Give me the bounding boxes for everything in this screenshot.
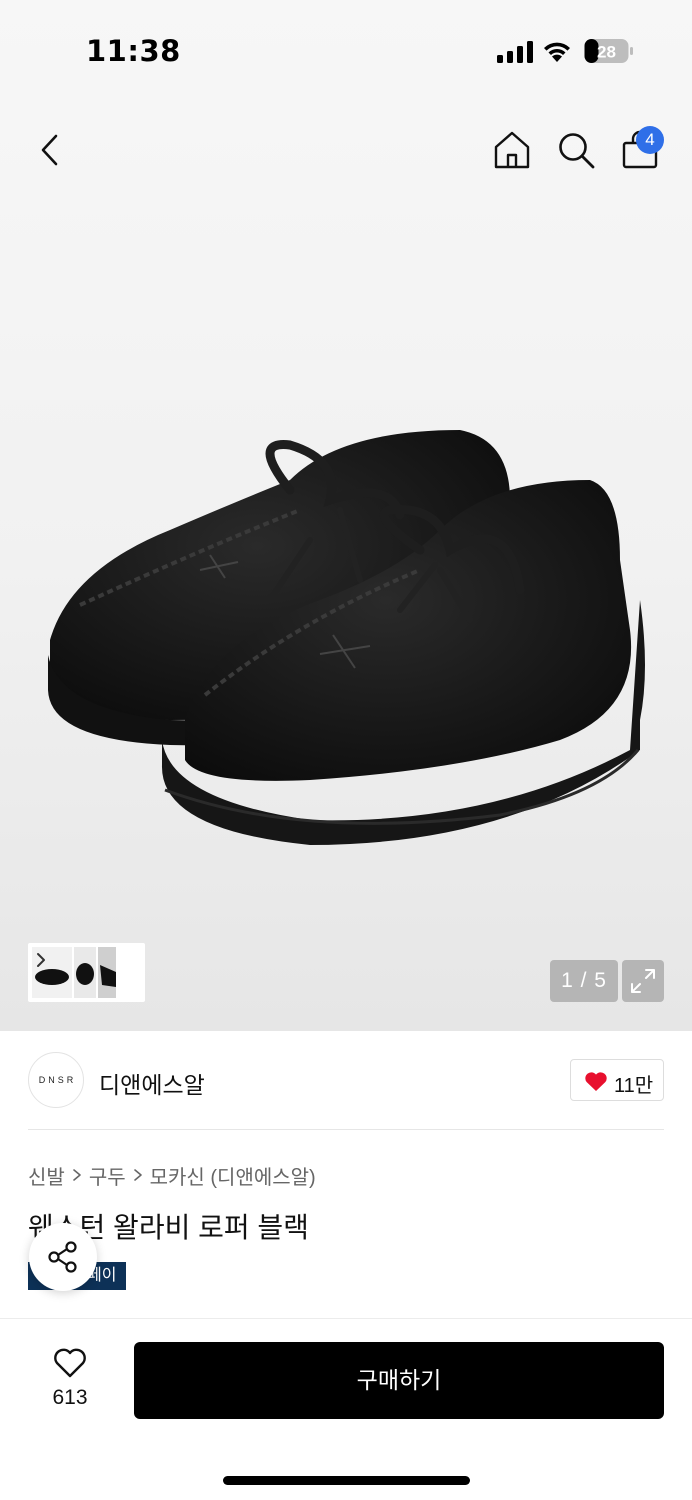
- wifi-icon: [544, 42, 570, 62]
- wishlist-count: 613: [52, 1386, 88, 1409]
- home-icon[interactable]: [492, 130, 532, 170]
- chevron-left-icon[interactable]: [34, 130, 68, 170]
- product-photo: [48, 430, 645, 845]
- image-page-counter: 1 / 5: [550, 960, 618, 1002]
- chevron-right-icon: [133, 1169, 142, 1181]
- status-time: 11:38: [86, 34, 181, 68]
- share-icon: [48, 1241, 77, 1273]
- breadcrumb-item[interactable]: 구두: [89, 1161, 126, 1190]
- expand-button[interactable]: [622, 960, 664, 1002]
- breadcrumb-item[interactable]: 모카신 (디앤에스알): [150, 1161, 316, 1190]
- search-icon[interactable]: [556, 130, 596, 170]
- home-indicator[interactable]: [223, 1476, 470, 1485]
- heart-outline-icon: [54, 1348, 86, 1378]
- breadcrumb: 신발 구두 모카신 (디앤에스알): [28, 1161, 316, 1189]
- wishlist-button[interactable]: 613: [36, 1344, 104, 1416]
- thumbnail-strip[interactable]: [28, 943, 145, 1002]
- brand-like-count: 11만: [614, 1075, 654, 1097]
- heart-icon: [585, 1072, 607, 1091]
- bottom-bar-divider: [0, 1318, 692, 1319]
- battery-level: 28: [597, 43, 616, 62]
- brand-like-button[interactable]: 11만: [570, 1059, 664, 1101]
- share-button[interactable]: [29, 1223, 97, 1291]
- cellular-signal-icon: [497, 41, 533, 63]
- section-divider: [28, 1129, 664, 1130]
- breadcrumb-item[interactable]: 신발: [28, 1161, 65, 1190]
- chevron-right-icon: [37, 953, 45, 967]
- brand-name[interactable]: 디앤에스알: [99, 1066, 205, 1100]
- expand-icon: [631, 969, 655, 993]
- brand-logo[interactable]: DNSR: [28, 1052, 84, 1108]
- chevron-right-icon: [73, 1169, 81, 1181]
- status-bar: 11:38 28: [0, 0, 692, 100]
- battery-icon: 28: [584, 39, 633, 63]
- buy-button[interactable]: 구매하기: [134, 1342, 664, 1419]
- cart-count-badge: 4: [636, 126, 664, 154]
